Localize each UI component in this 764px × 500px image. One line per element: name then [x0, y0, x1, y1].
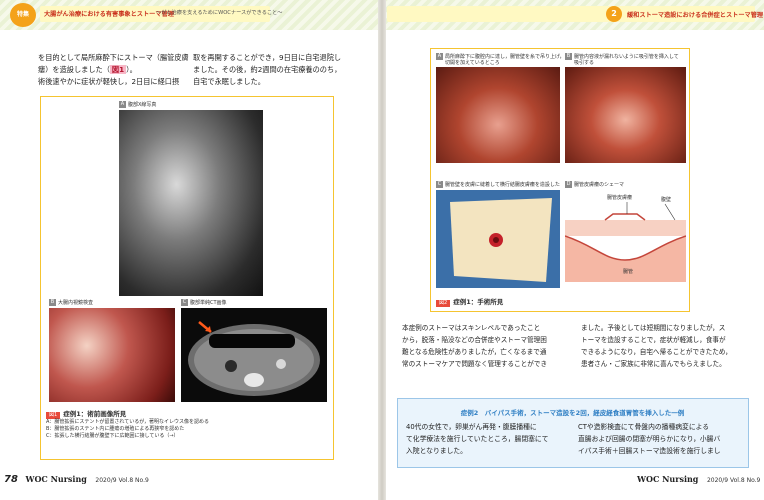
case-2-col2: CTや造影検査にて骨盤内の播種病変による 直腸および回腸の閉塞が明らかになり，小… [578, 423, 721, 455]
panel-c2-label: C 腸管壁を皮膚に縫着して横行結腸皮膚瘻を造設した [436, 181, 560, 188]
left-page-number: 78 [4, 474, 18, 485]
case-2-col1: 40代の女性で，卵巣がん再発・腹膜播種に て化学療法を施行していたところ，腸閉塞… [406, 423, 549, 455]
figure-1-box: A腹部X線写真 B大腸内視鏡検査 C腹部単純CT画像 図1症例1：術前画 [40, 96, 334, 460]
right-body-col2: ました。予後としては短期間になりましたが，ス トーマを造設することで，症状が軽減… [581, 324, 732, 368]
left-body-col2: 取を再開することができ，9日目に自宅退院し ました。その後，約2週間の在宅療養の… [193, 53, 342, 86]
right-footer: WOC Nursing 2020/9 Vol.8 No.9 79 [637, 474, 761, 484]
panel-b-label: B 大腸内視鏡検査 [49, 299, 94, 306]
left-footer: 78 WOC Nursing 2020/9 Vol.8 No.9 [4, 474, 149, 485]
right-header-title: 緩和ストーマ造設における合併症とストーマ管理 [627, 12, 764, 19]
figure-ref: 図1 [109, 65, 127, 74]
left-page: 特集 大腸がん治療における有害事象とストーマ管理 〜がん治療を支えるためにWOC… [0, 0, 382, 500]
ct-image [181, 308, 327, 402]
left-header-subtitle: 〜がん治療を支えるためにWOCナースができること〜 [156, 10, 283, 16]
gutter [378, 0, 386, 500]
case-2-heading: 症例2 バイパス手術，ストーマ造設を2回，経皮経食道胃管を挿入した一例 [460, 409, 685, 417]
right-body-col1: 本症例のストーマはスキンレベルであったこと から，脱落・陥没などの合併症やストー… [402, 324, 548, 368]
panel-a-label: A 腹部X線写真 [119, 101, 157, 108]
surgery-photo-c [436, 190, 560, 288]
tokushu-badge: 特集 [10, 3, 36, 27]
left-body-col1: を目的として局所麻酔下にストーマ（腸管皮膚 瘻）を造設しました（ 図1）。 術後速… [38, 53, 189, 86]
panel-b2-label: B 腸管内容液が漏れないように吸引管を挿入して 吸引する [565, 53, 679, 66]
left-header: 特集 大腸がん治療における有害事象とストーマ管理 〜がん治療を支えるためにWOC… [0, 0, 382, 30]
surgery-photo-a [436, 67, 560, 163]
stoma-schema: 腸管皮膚瘻 腹壁 腸管 [565, 190, 686, 288]
right-header: 2 緩和ストーマ造設における合併症とストーマ管理 [382, 0, 764, 30]
case-2-box: 症例2 バイパス手術，ストーマ造設を2回，経皮経食道胃管を挿入した一例 40代の… [397, 398, 749, 468]
endoscopy-image [49, 308, 175, 402]
right-page: 2 緩和ストーマ造設における合併症とストーマ管理 A 局所麻酔下に腹腔内に達し，腸… [382, 0, 764, 500]
panel-c-label: C 腹部単純CT画像 [181, 299, 227, 306]
ct-drawing [188, 321, 320, 396]
stoma-photo-drawing [436, 190, 560, 288]
xray-image [119, 110, 263, 296]
left-header-title: 大腸がん治療における有害事象とストーマ管理 [44, 11, 174, 18]
panel-d2-label: D 腸管皮膚瘻のシェーマ [565, 181, 625, 188]
figure-1-caption: 図1 症例1：術前画像所見 A：腸管拡張にステントが留置されているが，著明なイレウ… [46, 410, 209, 439]
magazine-spread: 特集 大腸がん治療における有害事象とストーマ管理 〜がん治療を支えるためにWOC… [0, 0, 764, 500]
figure-2-box: A 局所麻酔下に腹腔内に達し，腸管壁を糸で吊り上げ， 切開を加えているところ B腸… [430, 48, 690, 312]
chapter-number-badge: 2 [606, 6, 622, 22]
surgery-photo-b [565, 67, 686, 163]
panel-a2-label: A 局所麻酔下に腹腔内に達し，腸管壁を糸で吊り上げ， 切開を加えているところ [436, 53, 565, 66]
figure-2-caption: 図2 症例1：手術所見 [436, 299, 503, 307]
